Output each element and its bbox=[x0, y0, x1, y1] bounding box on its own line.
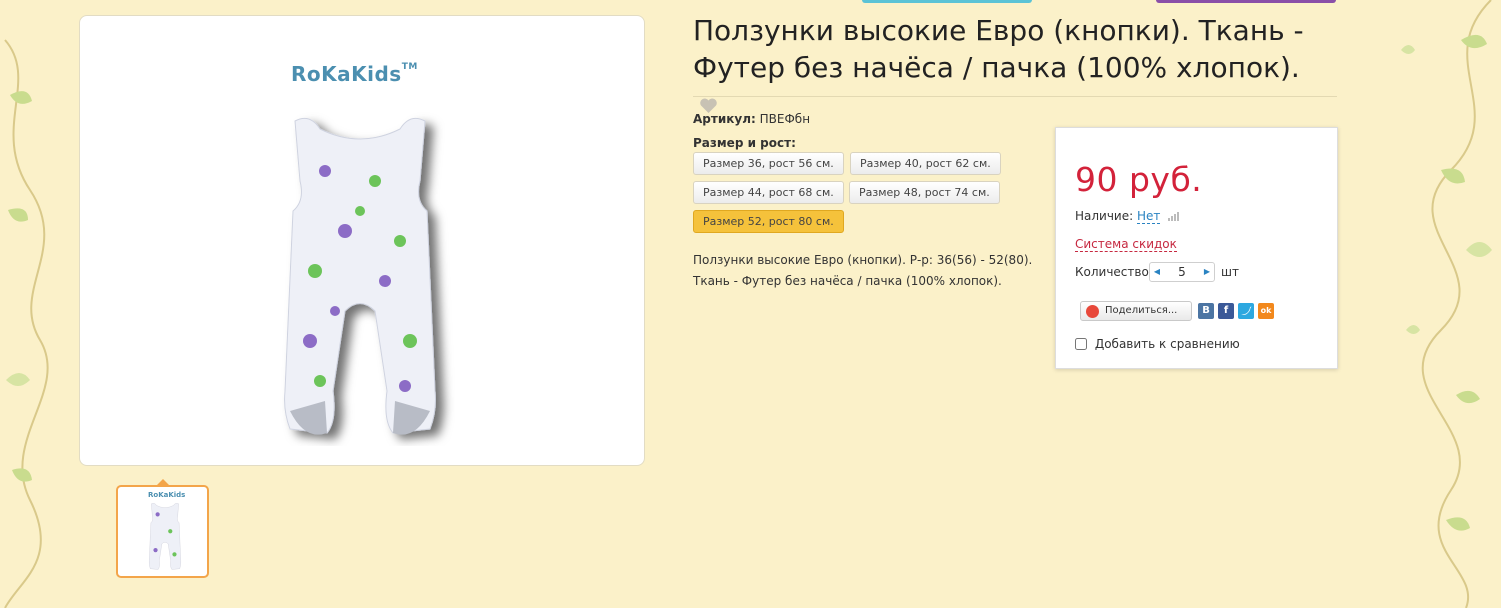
stock-level-icon bbox=[1168, 210, 1180, 224]
quantity-increase-icon[interactable]: ▶ bbox=[1200, 263, 1214, 281]
share-icon bbox=[1086, 305, 1099, 318]
top-tab-purple[interactable] bbox=[1156, 0, 1336, 3]
vk-icon[interactable]: В bbox=[1198, 303, 1214, 319]
product-price: 90 руб. bbox=[1075, 160, 1203, 199]
size-label: Размер и рост: bbox=[693, 136, 796, 150]
product-title: Ползунки высокие Евро (кнопки). Ткань - … bbox=[693, 12, 1333, 123]
share-button[interactable]: Поделиться... bbox=[1080, 301, 1192, 321]
title-divider bbox=[693, 96, 1337, 97]
size-option-44[interactable]: Размер 44, рост 68 см. bbox=[693, 181, 844, 204]
top-tab-blue[interactable] bbox=[862, 0, 1032, 3]
thumbnail-garment-image bbox=[149, 503, 181, 570]
twitter-icon[interactable] bbox=[1238, 303, 1254, 319]
odnoklassniki-icon[interactable]: ok bbox=[1258, 303, 1274, 319]
thumbnail-brand-logo: RoKaKids bbox=[148, 491, 186, 499]
product-thumbnail[interactable]: RoKaKids bbox=[116, 485, 209, 578]
size-option-40[interactable]: Размер 40, рост 62 см. bbox=[850, 152, 1001, 175]
brand-logo: RoKaKidsTM bbox=[291, 62, 418, 86]
discount-system-link[interactable]: Система скидок bbox=[1075, 237, 1177, 252]
size-option-52[interactable]: Размер 52, рост 80 см. bbox=[693, 210, 844, 233]
compare-checkbox[interactable] bbox=[1075, 338, 1087, 350]
buy-box: 90 руб. Наличие: Нет Система скидок Коли… bbox=[1055, 127, 1338, 369]
left-ornament bbox=[4, 39, 49, 608]
availability: Наличие: Нет bbox=[1075, 209, 1180, 224]
availability-link[interactable]: Нет bbox=[1137, 209, 1161, 224]
size-option-48[interactable]: Размер 48, рост 74 см. bbox=[849, 181, 1000, 204]
quantity-label: Количество: bbox=[1075, 265, 1153, 279]
quantity-stepper: ◀ ▶ bbox=[1149, 262, 1215, 282]
facebook-icon[interactable]: f bbox=[1218, 303, 1234, 319]
quantity-unit: шт bbox=[1221, 265, 1239, 279]
size-option-36[interactable]: Размер 36, рост 56 см. bbox=[693, 152, 844, 175]
product-description: Ползунки высокие Евро (кнопки). Р-р: 36(… bbox=[693, 253, 1033, 288]
quantity-input[interactable] bbox=[1164, 264, 1200, 280]
quantity-decrease-icon[interactable]: ◀ bbox=[1150, 263, 1164, 281]
compare-toggle[interactable]: Добавить к сравнению bbox=[1075, 337, 1240, 351]
right-ornament bbox=[1401, 0, 1492, 608]
product-garment-image bbox=[284, 117, 436, 435]
product-sku: Артикул: ПВЕФбн bbox=[693, 112, 811, 126]
product-main-image[interactable]: RoKaKidsTM bbox=[79, 15, 645, 466]
